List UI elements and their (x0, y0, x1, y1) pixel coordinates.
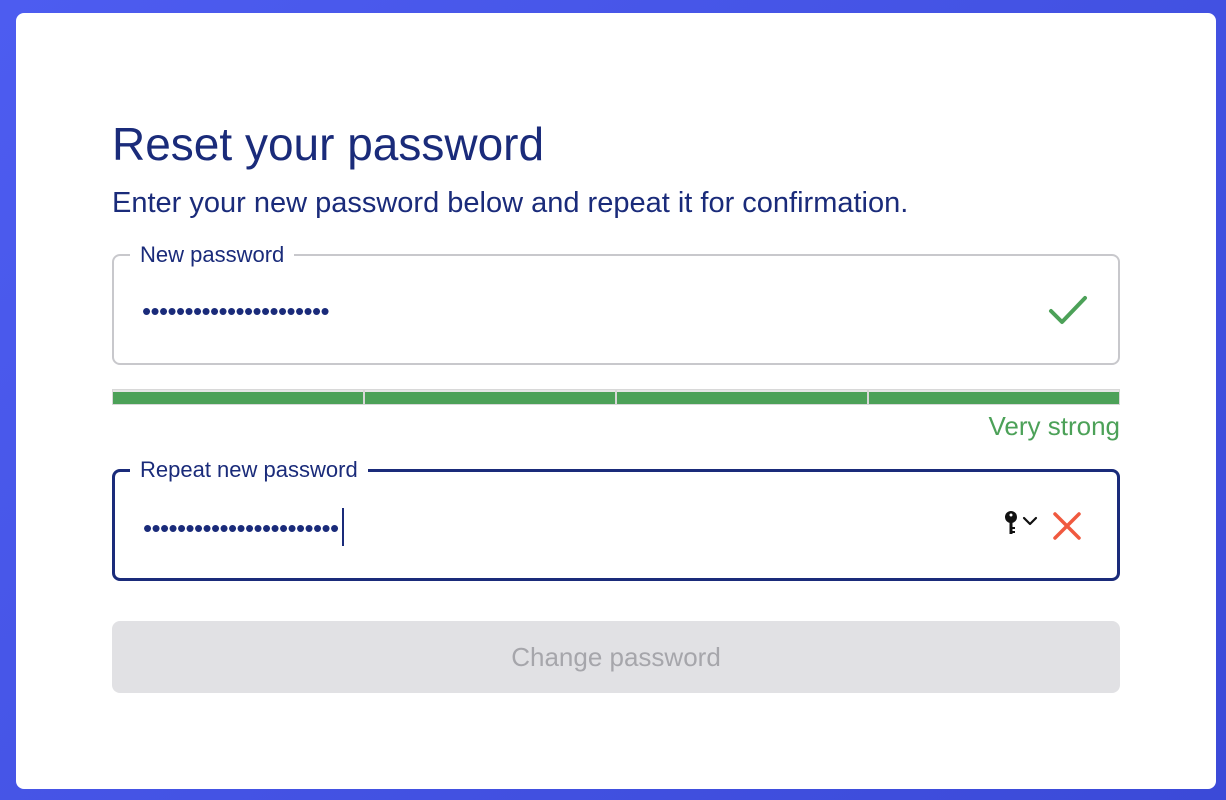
text-caret (341, 508, 344, 546)
repeat-password-label: Repeat new password (130, 456, 368, 484)
check-icon (1049, 296, 1087, 324)
new-password-value[interactable]: •••••••••••••••••••••• (142, 296, 330, 326)
strength-segment (617, 390, 867, 404)
page-subtitle: Enter your new password below and repeat… (112, 187, 909, 219)
repeat-password-field[interactable]: Repeat new password ••••••••••••••••••••… (112, 456, 1120, 581)
new-password-label: New password (130, 241, 295, 269)
page-title: Reset your password (112, 118, 545, 170)
strength-segment (869, 390, 1119, 404)
password-strength-meter (112, 389, 1120, 405)
reset-password-card: Reset your password Enter your new passw… (16, 13, 1216, 789)
repeat-password-value[interactable]: ••••••••••••••••••••••• (143, 508, 344, 549)
keychain-icon[interactable] (1003, 509, 1039, 537)
strength-segment (113, 390, 363, 404)
x-icon[interactable] (1051, 510, 1083, 542)
new-password-field[interactable]: New password •••••••••••••••••••••• (112, 241, 1120, 365)
repeat-password-masked-text: ••••••••••••••••••••••• (143, 512, 339, 543)
strength-label: Very strong (988, 411, 1120, 441)
change-password-button[interactable]: Change password (112, 621, 1120, 693)
strength-segment (365, 390, 615, 404)
